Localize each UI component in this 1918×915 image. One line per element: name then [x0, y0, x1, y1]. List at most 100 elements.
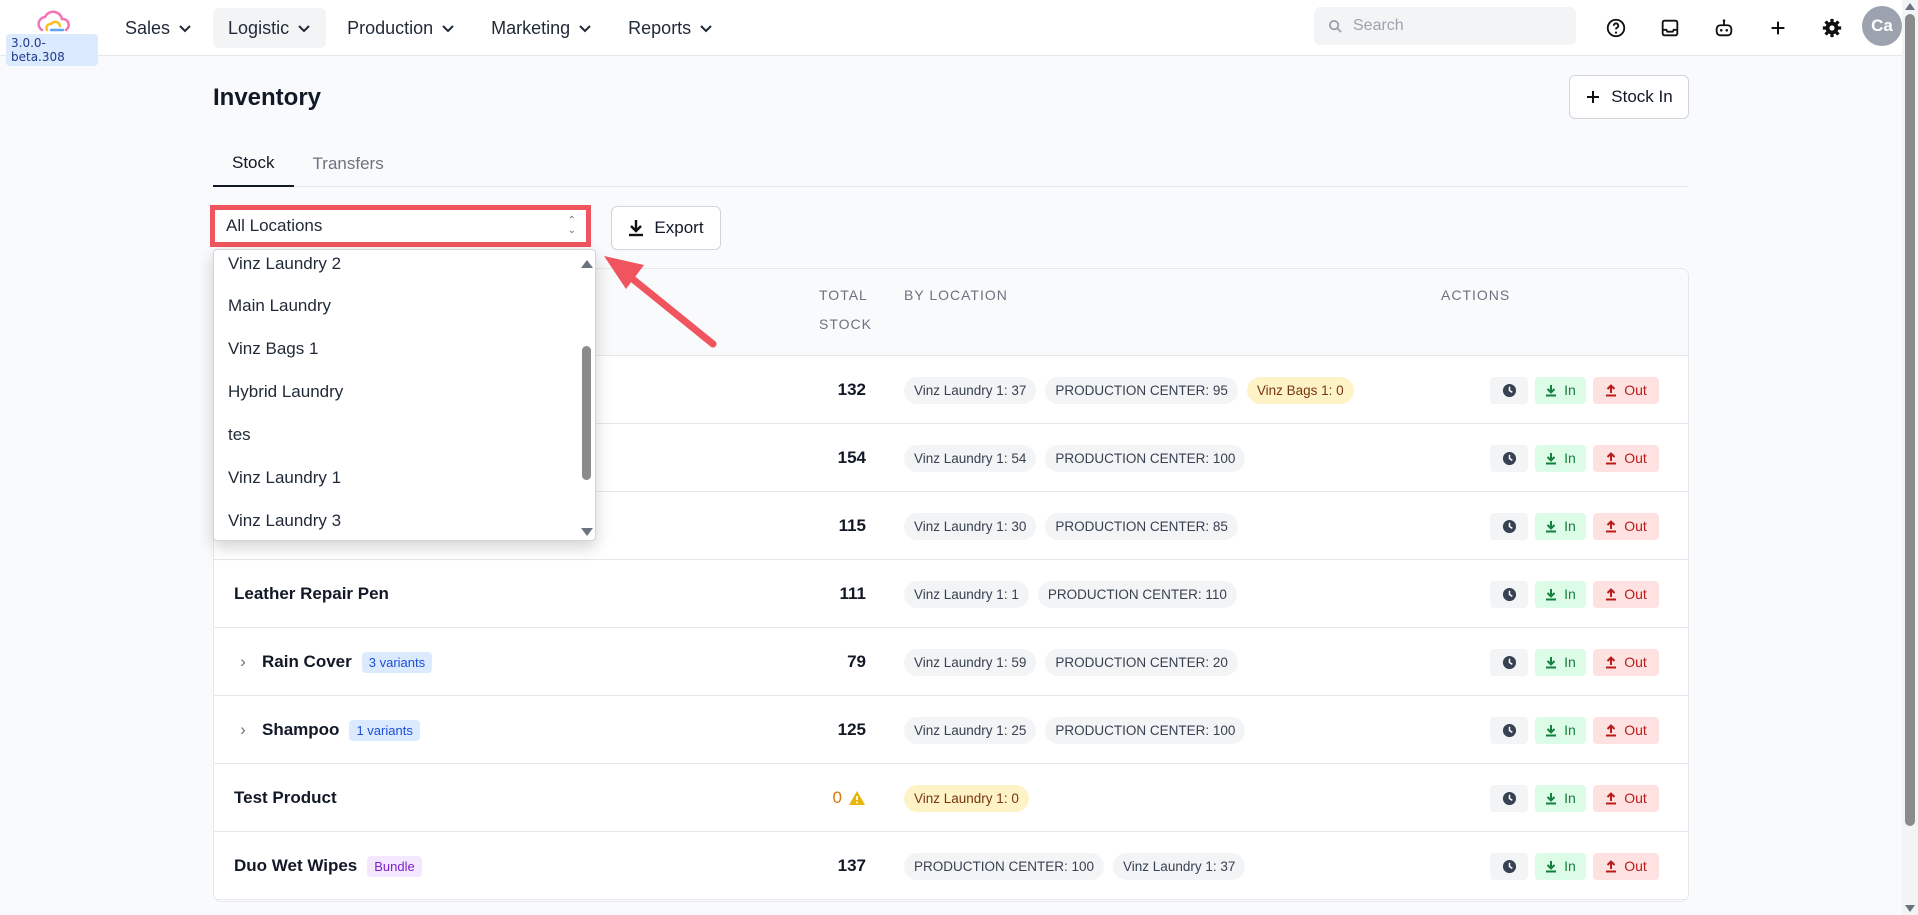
nav-label: Production — [347, 17, 434, 38]
app-logo[interactable]: 3.0.0-beta.308 — [6, 8, 98, 66]
download-icon — [1546, 520, 1557, 532]
row-actions: In Out — [1490, 628, 1659, 696]
location-option[interactable]: Vinz Laundry 2 — [228, 253, 341, 275]
stock-in-row-button[interactable]: In — [1535, 580, 1586, 608]
location-chips: Vinz Laundry 1: 59 PRODUCTION CENTER: 20 — [904, 628, 1238, 696]
chevron-down-icon — [179, 25, 191, 33]
scroll-down-arrow-icon[interactable] — [581, 528, 593, 536]
upload-icon — [1606, 451, 1617, 464]
help-button[interactable] — [1596, 8, 1636, 48]
global-search[interactable]: Search — [1314, 7, 1576, 45]
add-button[interactable] — [1758, 8, 1798, 48]
stock-in-row-button[interactable]: In — [1535, 852, 1586, 880]
stock-in-button[interactable]: Stock In — [1569, 75, 1689, 119]
clock-icon — [1502, 791, 1516, 805]
chevron-right-icon[interactable]: › — [234, 652, 252, 672]
location-option[interactable]: Vinz Laundry 3 — [228, 510, 341, 532]
stock-in-row-button[interactable]: In — [1535, 376, 1586, 404]
stock-out-row-button[interactable]: Out — [1593, 648, 1659, 676]
location-select[interactable]: All Locations ⌃ ⌄ — [210, 205, 591, 247]
product-name: Rain Cover — [262, 652, 352, 671]
location-chips: Vinz Laundry 1: 25 PRODUCTION CENTER: 10… — [904, 696, 1246, 764]
stock-out-row-button[interactable]: Out — [1593, 580, 1659, 608]
assistant-button[interactable] — [1704, 8, 1744, 48]
scroll-up-arrow-icon[interactable] — [1905, 3, 1915, 10]
scroll-down-arrow-icon[interactable] — [1905, 905, 1915, 912]
row-actions: In Out — [1490, 832, 1659, 900]
stock-in-row-button[interactable]: In — [1535, 512, 1586, 540]
chevron-right-icon[interactable]: › — [234, 720, 252, 740]
tab-stock[interactable]: Stock — [213, 140, 294, 187]
history-button[interactable] — [1490, 784, 1528, 812]
location-chips: Vinz Laundry 1: 54 PRODUCTION CENTER: 10… — [904, 424, 1246, 492]
table-row[interactable]: Leather Repair Pen 111 Vinz Laundry 1: 1… — [214, 560, 1688, 628]
stock-out-row-button[interactable]: Out — [1593, 444, 1659, 472]
nav-reports[interactable]: Reports — [613, 8, 728, 48]
total-stock: 115 — [774, 492, 866, 560]
inbox-button[interactable] — [1650, 8, 1690, 48]
stock-out-row-button[interactable]: Out — [1593, 376, 1659, 404]
location-chip-zero: Vinz Bags 1: 0 — [1246, 376, 1354, 404]
nav-production[interactable]: Production — [332, 8, 470, 48]
stock-out-row-button[interactable]: Out — [1593, 784, 1659, 812]
history-button[interactable] — [1490, 376, 1528, 404]
location-option[interactable]: Hybrid Laundry — [228, 381, 343, 403]
page-scroll-thumb[interactable] — [1905, 14, 1915, 826]
total-stock-value: 79 — [847, 652, 866, 671]
download-icon — [1546, 384, 1557, 396]
user-avatar[interactable]: Ca — [1862, 6, 1902, 46]
clock-icon — [1502, 383, 1516, 397]
table-row[interactable]: › Rain Cover 3 variants 79 Vinz Laundry … — [214, 628, 1688, 696]
total-stock-value: 125 — [837, 720, 866, 739]
dropdown-scrollbar[interactable] — [579, 250, 593, 540]
location-option[interactable]: Main Laundry — [228, 295, 331, 317]
page-scrollbar[interactable] — [1902, 0, 1918, 915]
location-chip: PRODUCTION CENTER: 100 — [1045, 444, 1246, 472]
stock-in-row-button[interactable]: In — [1535, 648, 1586, 676]
history-button[interactable] — [1490, 512, 1528, 540]
history-button[interactable] — [1490, 852, 1528, 880]
table-row[interactable]: Test Product 0 Vinz Laundry 1: 0 In Out — [214, 764, 1688, 832]
total-stock-value: 137 — [837, 856, 866, 875]
header-actions: ACTIONS — [1441, 287, 1511, 303]
dropdown-scroll-thumb[interactable] — [582, 346, 591, 480]
export-button[interactable]: Export — [611, 206, 721, 250]
nav-marketing[interactable]: Marketing — [476, 8, 607, 48]
location-chip: Vinz Laundry 1: 30 — [904, 512, 1037, 540]
stock-in-row-button[interactable]: In — [1535, 444, 1586, 472]
out-label: Out — [1624, 858, 1647, 874]
history-button[interactable] — [1490, 444, 1528, 472]
stock-in-row-button[interactable]: In — [1535, 716, 1586, 744]
history-button[interactable] — [1490, 580, 1528, 608]
row-actions: In Out — [1490, 764, 1659, 832]
location-chip: PRODUCTION CENTER: 100 — [1045, 716, 1246, 744]
settings-button[interactable] — [1812, 8, 1852, 48]
product-name: Leather Repair Pen — [234, 584, 389, 603]
location-option[interactable]: Vinz Laundry 1 — [228, 467, 341, 489]
in-label: In — [1564, 518, 1576, 534]
total-stock-value: 115 — [838, 516, 866, 535]
clock-icon — [1502, 859, 1516, 873]
table-row[interactable]: Duo Wet Wipes Bundle 137 PRODUCTION CENT… — [214, 832, 1688, 900]
product-name: Test Product — [234, 788, 337, 807]
stock-in-row-button[interactable]: In — [1535, 784, 1586, 812]
tab-transfers[interactable]: Transfers — [294, 140, 403, 187]
location-option[interactable]: Vinz Bags 1 — [228, 338, 318, 360]
table-row[interactable]: › Shampoo 1 variants 125 Vinz Laundry 1:… — [214, 696, 1688, 764]
history-button[interactable] — [1490, 648, 1528, 676]
header-total: TOTAL STOCK — [819, 281, 871, 339]
location-option[interactable]: tes — [228, 424, 251, 446]
stock-out-row-button[interactable]: Out — [1593, 512, 1659, 540]
nav-logistic[interactable]: Logistic — [213, 8, 327, 48]
scroll-up-arrow-icon[interactable] — [581, 260, 593, 268]
total-stock: 79 — [774, 628, 866, 696]
stock-out-row-button[interactable]: Out — [1593, 716, 1659, 744]
history-button[interactable] — [1490, 716, 1528, 744]
download-icon — [1546, 452, 1557, 464]
header-by-location: BY LOCATION — [904, 287, 1008, 303]
stock-out-row-button[interactable]: Out — [1593, 852, 1659, 880]
total-stock: 137 — [774, 832, 866, 900]
clock-icon — [1502, 587, 1516, 601]
nav-sales[interactable]: Sales — [110, 8, 207, 48]
in-label: In — [1564, 858, 1576, 874]
